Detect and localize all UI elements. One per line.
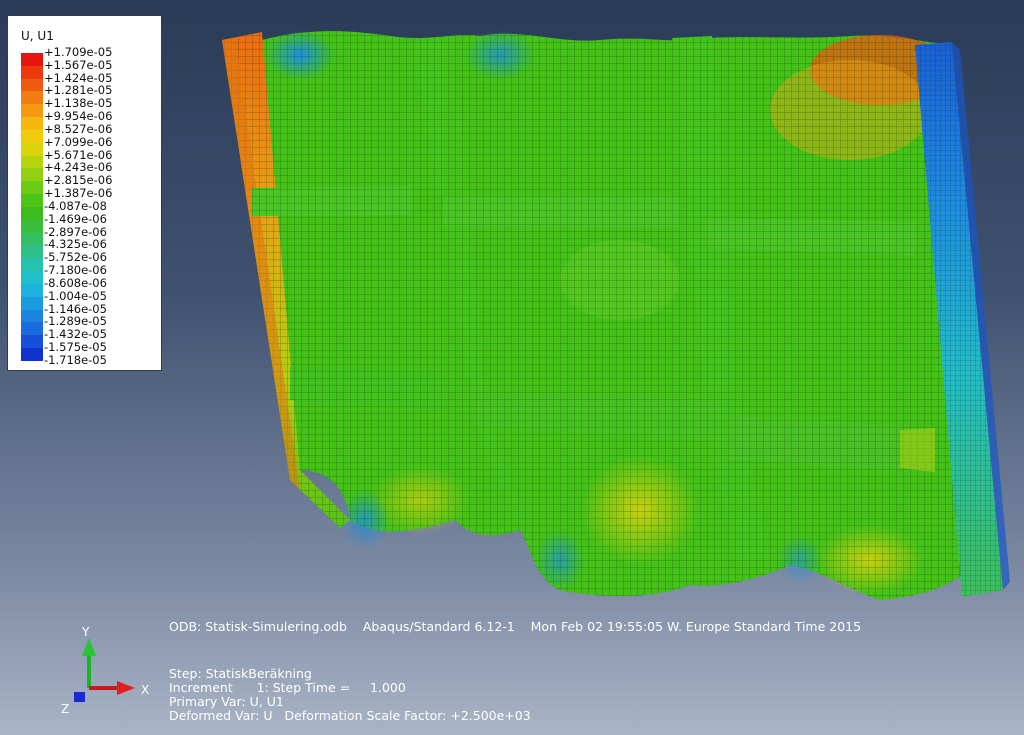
legend-swatch [21, 309, 43, 323]
legend-label: -8.608e-06 [44, 275, 107, 290]
legend-swatch [21, 91, 43, 105]
legend-swatch [21, 104, 43, 118]
legend-swatch [21, 258, 43, 272]
legend-title: U, U1 [21, 29, 54, 43]
legend-color-bar [21, 53, 43, 361]
legend-swatch [21, 78, 43, 92]
legend-label: +7.099e-06 [44, 134, 113, 149]
legend-label: +1.567e-05 [44, 57, 113, 72]
deformed-var-label: Deformed Var: U Deformation Scale Factor… [169, 708, 531, 723]
legend-swatch [21, 348, 43, 361]
legend-swatch [21, 219, 43, 233]
legend-label: -7.180e-06 [44, 263, 107, 278]
legend-label: +1.709e-05 [44, 45, 113, 59]
legend-swatch [21, 322, 43, 336]
color-legend: U, U1 +1.709e-05 +1.567e-05 +1.424e-05 +1.2… [7, 15, 162, 371]
legend-label: -1.004e-05 [44, 288, 107, 303]
legend-swatch [21, 271, 43, 284]
legend-swatch [21, 335, 43, 349]
legend-swatch [21, 155, 43, 169]
coordinate-triad: Y X Z [61, 625, 149, 716]
legend-label: -4.087e-08 [44, 198, 107, 213]
legend-swatch [21, 232, 43, 246]
legend-swatch [21, 206, 43, 220]
legend-swatch [21, 194, 43, 207]
legend-label: -1.718e-05 [44, 352, 107, 367]
legend-swatch [21, 129, 43, 143]
legend-label: -1.469e-06 [44, 211, 107, 226]
legend-swatch [21, 296, 43, 310]
triad-z-label: Z [61, 702, 69, 716]
odb-info-line: ODB: Statisk-Simulering.odb Abaqus/Stand… [169, 619, 862, 634]
legend-swatch [21, 283, 43, 297]
legend-swatch [21, 53, 43, 66]
triad-x-label: X [141, 683, 149, 697]
triad-y-label: Y [81, 625, 90, 639]
legend-swatch [21, 245, 43, 259]
legend-swatch [21, 168, 43, 182]
legend-label: +8.527e-06 [44, 121, 113, 136]
legend-swatch [21, 142, 43, 156]
legend-swatch [21, 65, 43, 79]
legend-labels: +1.709e-05 +1.567e-05 +1.424e-05 +1.281e-05… [44, 46, 112, 367]
legend-swatch [21, 181, 43, 195]
legend-swatch [21, 117, 43, 130]
legend-label: +1.387e-06 [44, 186, 113, 201]
legend-label: -1.575e-05 [44, 340, 107, 355]
